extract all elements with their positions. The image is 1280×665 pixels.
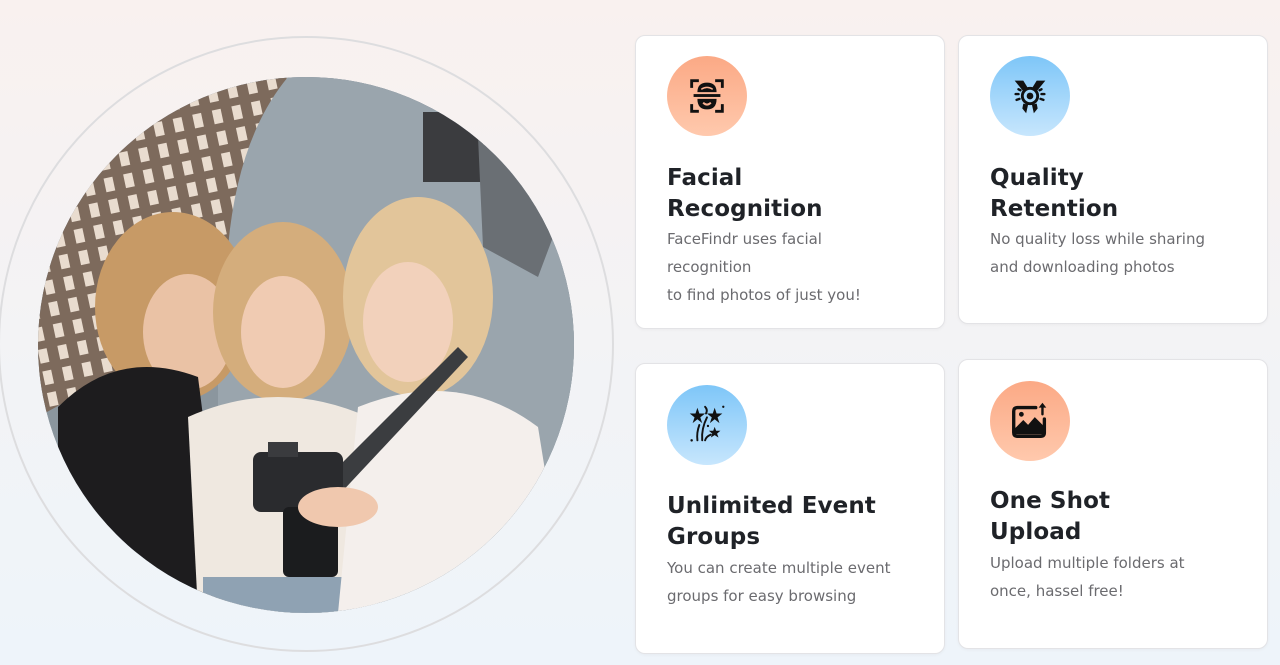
feature-title: Unlimited Event Groups xyxy=(667,493,876,550)
feature-title: Quality Retention xyxy=(990,165,1119,222)
feature-description: No quality loss while sharing and downlo… xyxy=(990,230,1205,276)
feature-card-one-shot-upload: One Shot Upload Upload multiple folders … xyxy=(958,359,1268,649)
fireworks-stars-icon xyxy=(667,385,747,465)
feature-card-quality-retention: Quality Retention No quality loss while … xyxy=(958,35,1268,324)
hero-photo xyxy=(38,77,574,613)
feature-title: One Shot Upload xyxy=(990,488,1111,545)
feature-card-facial-recognition: Facial Recognition FaceFindr uses facial… xyxy=(635,35,945,329)
feature-card-unlimited-event-groups: Unlimited Event Groups You can create mu… xyxy=(635,363,945,654)
image-upload-icon xyxy=(990,381,1070,461)
feature-description: You can create multiple event groups for… xyxy=(667,559,891,605)
feature-description: FaceFindr uses facial recognition to fin… xyxy=(667,230,861,304)
quality-badge-icon xyxy=(990,56,1070,136)
feature-title: Facial Recognition xyxy=(667,165,823,222)
face-scan-icon xyxy=(667,56,747,136)
feature-description: Upload multiple folders at once, hassel … xyxy=(990,554,1185,600)
